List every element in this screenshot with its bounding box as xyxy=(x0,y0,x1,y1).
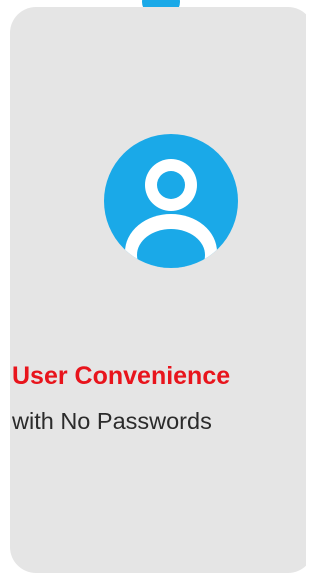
page: User Convenience with No Passwords xyxy=(0,0,306,576)
feature-headline: User Convenience xyxy=(12,362,231,390)
feature-subline: with No Passwords xyxy=(12,408,212,434)
user-avatar-icon xyxy=(104,134,238,268)
feature-card: User Convenience with No Passwords xyxy=(10,7,306,573)
